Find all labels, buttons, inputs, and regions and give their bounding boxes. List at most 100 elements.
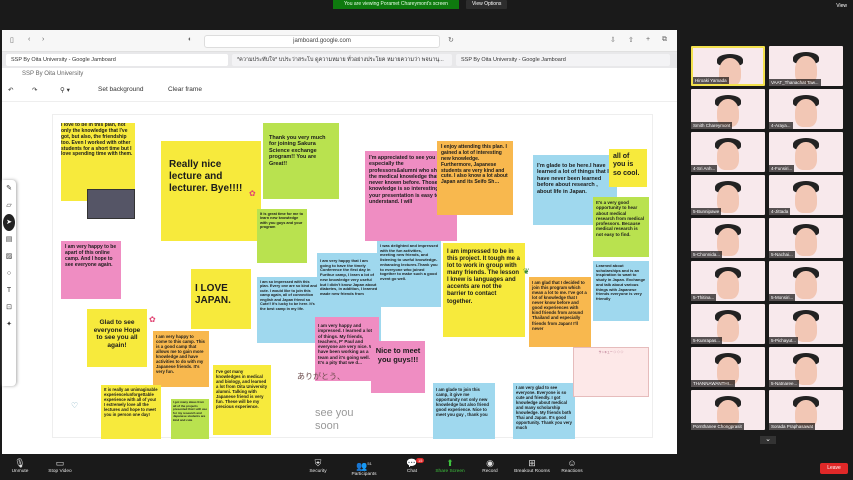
tabs-icon[interactable]: ⧉ — [662, 36, 667, 44]
shield-icon: ◐ — [188, 36, 193, 43]
back-icon[interactable]: ‹ — [28, 36, 30, 43]
frame-icon[interactable]: ⊡ — [2, 299, 16, 316]
participants-button[interactable]: 👥51 Participants — [344, 458, 384, 477]
select-icon[interactable]: ➤ — [3, 214, 15, 231]
participant-tile[interactable]: THANNAWANTHI... — [691, 347, 765, 387]
sticky-note[interactable]: I am so impressed with this plan. Every … — [257, 277, 321, 343]
leaf-icon: ❦ — [523, 267, 530, 276]
sticky-note[interactable]: Really nice lecture and lecturer. Bye!!!… — [161, 141, 261, 241]
clear-frame-button[interactable]: Clear frame — [168, 86, 202, 93]
shared-screen: ▯ ‹ › ◐ jamboard.google.com ↻ ⇩ ⇧ + ⧉ SS… — [2, 30, 677, 454]
share-icon[interactable]: ⇧ — [628, 36, 634, 44]
sticky-note[interactable]: I am glade to join this camp, it give me… — [433, 383, 495, 439]
record-button[interactable]: ◉ Record — [470, 458, 510, 474]
participant-tile[interactable]: 5-Nachai... — [769, 218, 843, 258]
sticky-note[interactable]: It is really an unimaginable experience/… — [101, 385, 161, 439]
circle-icon[interactable]: ○ — [2, 265, 16, 282]
jamboard-canvas[interactable]: I love to be in this plan, not only the … — [52, 114, 653, 439]
share-icon: ⬆ — [446, 458, 454, 468]
sticky-note[interactable]: I got many ideas from all of the project… — [171, 399, 209, 439]
thank-you-card-image: サンキュー ◇ ◇ ◇ — [573, 347, 649, 397]
sticky-note[interactable]: Nice to meet you guys!!! — [371, 341, 425, 393]
chat-badge: 15 — [416, 458, 425, 463]
leave-button[interactable]: Leave — [820, 463, 848, 474]
jam-title[interactable]: SSP By Oita University — [2, 68, 677, 80]
participants-icon: 👥51 — [356, 461, 372, 471]
textbox-icon[interactable]: T — [2, 282, 16, 299]
tab-jamboard-1[interactable]: SSP By Oita University - Google Jamboard — [6, 54, 228, 66]
stop-video-button[interactable]: ▭ Stop Video — [40, 458, 80, 474]
flower-icon: ✿ — [249, 189, 256, 198]
sticky-note[interactable]: Thank you very much for joining Sakura S… — [263, 123, 339, 199]
sticky-note[interactable]: It's a very good opportunity to hear abo… — [593, 197, 649, 257]
forward-icon[interactable]: › — [42, 36, 44, 43]
address-bar[interactable]: jamboard.google.com — [204, 35, 440, 48]
sticky-note[interactable]: I enjoy attending this plan. I gained a … — [437, 141, 513, 215]
image-icon[interactable]: ▨ — [2, 248, 16, 265]
pen-icon[interactable]: ✎ — [2, 180, 16, 197]
participant-tile[interactable]: 5-Chonnida... — [691, 218, 765, 258]
participant-tile[interactable]: Sorada Praphasawat — [769, 390, 843, 430]
sticky-note[interactable]: I am impressed to be in this project. It… — [443, 243, 525, 337]
set-background-button[interactable]: Set background — [98, 86, 144, 93]
tab-dictionary[interactable]: *ความประทับใจ* บประว่าสระโบ ดูความหมาย ท… — [232, 54, 452, 66]
participant-tile[interactable]: Pornthanee Chongprasit — [691, 390, 765, 430]
unmute-button[interactable]: 🎙 Unmute — [0, 458, 40, 474]
participant-tile[interactable]: 5-Thitina... — [691, 261, 765, 301]
sidebar-icon[interactable]: ▯ — [10, 36, 14, 44]
sticky-note[interactable]: I am glad that I decided to join this pr… — [529, 277, 591, 347]
reactions-button[interactable]: ☺ Reactions — [552, 458, 592, 474]
jamboard-toolbar: ↶ ↷ ⚲ ▾ Set background Clear frame — [2, 80, 677, 102]
participant-tile[interactable]: 5-Kunrapas... — [691, 304, 765, 344]
eraser-icon[interactable]: ▱ — [2, 197, 16, 214]
participant-tile[interactable]: Smith Chareymont — [691, 89, 765, 129]
undo-icon[interactable]: ↶ — [8, 86, 13, 94]
gallery-next-icon[interactable]: ⌄ — [760, 436, 776, 444]
participant-tile[interactable]: 4-Sri Anh... — [691, 132, 765, 172]
reactions-icon: ☺ — [567, 458, 577, 468]
heart-icon: ♡ — [71, 401, 79, 410]
sticky-note[interactable]: I've got many knowledges in medical and … — [213, 365, 271, 435]
security-button[interactable]: ⛨ Security — [298, 458, 338, 474]
breakout-rooms-button[interactable]: ⊞ Breakout Rooms — [510, 458, 554, 474]
sticky-note[interactable]: I am very happy to come to this camp. Th… — [153, 331, 209, 387]
download-icon[interactable]: ⇩ — [610, 36, 616, 44]
sticky-note[interactable]: I was delighted and impressed with the f… — [377, 241, 441, 307]
sticky-note[interactable]: It is great time for me to learn new kno… — [257, 209, 307, 263]
participant-gallery: Hiroaki Yamada VAAT_Thanachat Taw... Smi… — [691, 46, 844, 434]
shield-icon: ⛨ — [314, 458, 322, 468]
share-banner: You are viewing Poramet Chareymont's scr… — [333, 0, 459, 9]
view-button[interactable]: View — [836, 3, 847, 9]
participant-tile[interactable]: Hiroaki Yamada — [691, 46, 765, 86]
participant-tile[interactable]: 5-Bunnipawe — [691, 175, 765, 215]
participant-tile[interactable]: 4-Jittada — [769, 175, 843, 215]
redo-icon[interactable]: ↷ — [32, 86, 37, 94]
tool-sidebar: ✎ ▱ ➤ ▤ ▨ ○ T ⊡ ✦ — [2, 180, 16, 386]
sticky-note[interactable]: all of you is so cool. — [609, 149, 647, 187]
sticky-note[interactable]: Learned about scholarships and is an ins… — [593, 261, 649, 321]
participant-tile[interactable]: 5-Pichayut... — [769, 304, 843, 344]
plus-icon[interactable]: + — [646, 36, 650, 43]
video-icon: ▭ — [55, 458, 65, 468]
chat-icon: 💬 — [406, 458, 418, 468]
participant-tile[interactable]: 5-Monsiri... — [769, 261, 843, 301]
share-screen-button[interactable]: ⬆ Share Screen — [430, 458, 470, 474]
zoom-icon[interactable]: ⚲ ▾ — [60, 86, 70, 94]
sticky-note[interactable]: I LOVE JAPAN. — [191, 269, 251, 329]
mic-icon: 🎙 — [14, 458, 26, 468]
sticky-note[interactable]: I am very glad to see everyone. Everyone… — [513, 383, 575, 439]
zoom-controls-bar: 🎙 Unmute ▭ Stop Video ⛨ Security 👥51 Partici… — [0, 456, 853, 480]
laser-icon[interactable]: ✦ — [2, 316, 16, 333]
sticky-note[interactable]: Glad to see everyone Hope to see you all… — [87, 309, 147, 367]
view-options-button[interactable]: View Options — [466, 0, 508, 9]
reload-icon[interactable]: ↻ — [448, 36, 454, 44]
tab-jamboard-2[interactable]: SSP By Oita University - Google Jamboard — [456, 54, 670, 66]
tab-strip: SSP By Oita University - Google Jamboard… — [2, 52, 677, 68]
participant-tile[interactable]: VAAT_Thanachat Taw... — [769, 46, 843, 86]
chat-button[interactable]: 15 💬 Chat — [392, 458, 432, 474]
participant-tile[interactable]: 4-Araya... — [769, 89, 843, 129]
participant-tile[interactable]: 5-Natnaree... — [769, 347, 843, 387]
sticky-note-icon[interactable]: ▤ — [2, 231, 16, 248]
participant-tile[interactable]: 4-Funsiri... — [769, 132, 843, 172]
sticky-note[interactable]: I am very happy to be apart of this onli… — [61, 241, 121, 299]
